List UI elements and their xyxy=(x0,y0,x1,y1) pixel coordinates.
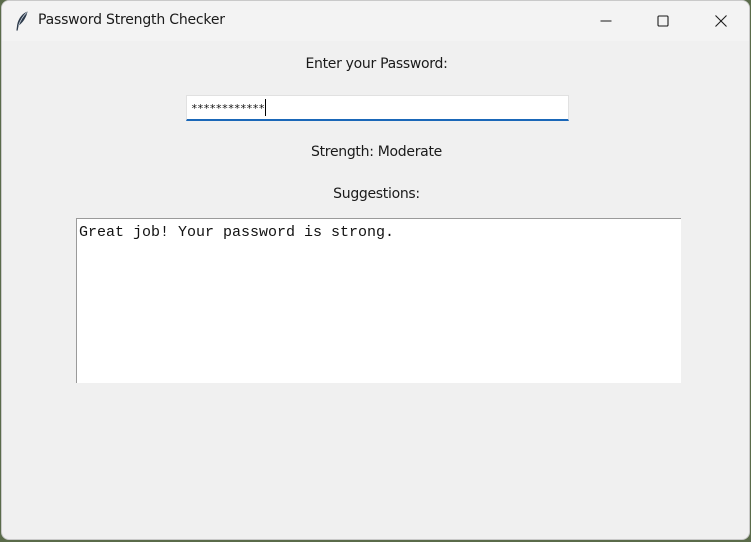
password-masked-value: ************ xyxy=(191,102,265,115)
maximize-button[interactable] xyxy=(640,1,686,41)
password-input[interactable]: ************ xyxy=(186,95,569,121)
text-caret xyxy=(265,99,267,116)
minimize-button[interactable] xyxy=(583,1,629,41)
suggestions-textbox[interactable]: Great job! Your password is strong. xyxy=(76,218,681,383)
feather-icon xyxy=(14,10,30,32)
title-bar[interactable]: Password Strength Checker xyxy=(2,1,749,41)
app-window: Password Strength Checker Enter your Pas… xyxy=(1,0,750,540)
window-title: Password Strength Checker xyxy=(38,12,225,28)
close-icon xyxy=(715,15,727,27)
suggestions-label: Suggestions: xyxy=(333,186,420,202)
maximize-icon xyxy=(657,15,669,27)
password-prompt-label: Enter your Password: xyxy=(305,56,448,72)
strength-label: Strength: Moderate xyxy=(311,144,442,160)
suggestions-text: Great job! Your password is strong. xyxy=(79,224,395,241)
close-button[interactable] xyxy=(698,1,744,41)
minimize-icon xyxy=(600,20,612,22)
